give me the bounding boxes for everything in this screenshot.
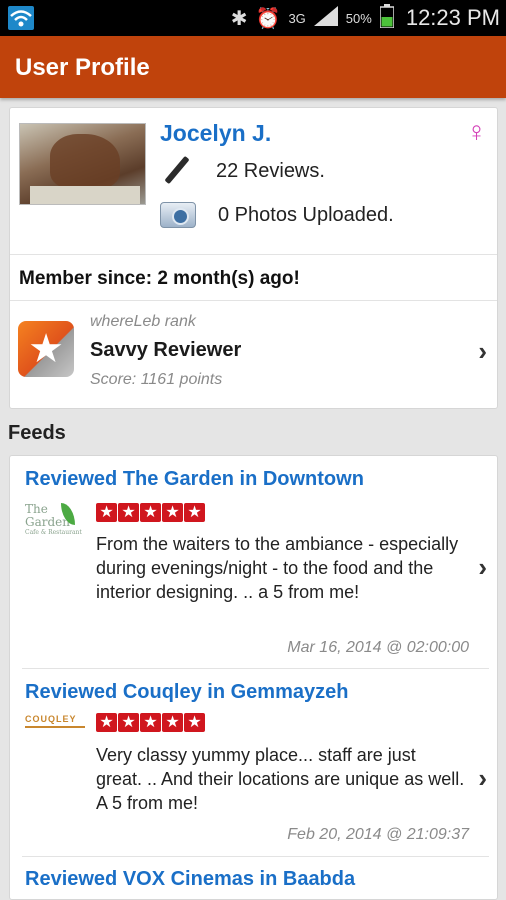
signal-icon [313, 5, 338, 31]
feed-item[interactable]: Reviewed Couqley in Gemmayzeh COUQLEY ★ ★… [10, 669, 497, 857]
review-date: Mar 16, 2014 @ 02:00:00 [287, 639, 469, 656]
feed-item-title[interactable]: Reviewed Couqley in Gemmayzeh [25, 681, 348, 704]
photos-row: 0 Photos Uploaded. [160, 202, 394, 228]
star-icon: ★ [118, 503, 139, 522]
avatar[interactable] [19, 123, 146, 205]
review-text: Very classy yummy place... staff are jus… [96, 745, 465, 813]
feed-item-title[interactable]: Reviewed The Garden in Downtown [25, 468, 364, 491]
review-date: Feb 20, 2014 @ 21:09:37 [287, 826, 469, 843]
network-type: 3G [288, 10, 306, 26]
chevron-right-icon[interactable]: › [478, 336, 487, 367]
rank-caption: whereLeb rank [90, 313, 196, 330]
rating-stars: ★ ★ ★ ★ ★ [96, 713, 205, 732]
action-bar: User Profile [0, 36, 506, 98]
divider [10, 254, 497, 255]
page-title: User Profile [15, 54, 150, 81]
feed-item[interactable]: Reviewed The Garden in Downtown The Gard… [10, 456, 497, 669]
star-icon: ★ [96, 713, 117, 732]
clock: 12:23 PM [405, 5, 500, 30]
rank-title: Savvy Reviewer [90, 339, 242, 361]
battery-percent: 50% [345, 10, 372, 26]
star-icon: ★ [140, 713, 161, 732]
star-icon: ★ [162, 713, 183, 732]
chevron-right-icon[interactable]: › [478, 763, 487, 794]
female-icon: ♀ [466, 116, 487, 147]
place-logo: COUQLEY [25, 714, 85, 728]
pencil-icon [160, 156, 196, 186]
feed-item-title[interactable]: Reviewed VOX Cinemas in Baabda [25, 868, 355, 891]
star-badge-icon: ★ [18, 321, 74, 377]
camera-icon [160, 202, 196, 228]
feeds-heading: Feeds [8, 422, 66, 444]
star-icon: ★ [184, 503, 205, 522]
rating-stars: ★ ★ ★ ★ ★ [96, 503, 205, 522]
profile-card: Jocelyn J. ♀ 22 Reviews. 0 Photos Upload… [9, 107, 498, 409]
chevron-right-icon[interactable]: › [478, 552, 487, 583]
rank-row[interactable] [10, 301, 497, 409]
reviews-count: 22 Reviews. [216, 159, 325, 182]
star-icon: ★ [118, 713, 139, 732]
star-icon: ★ [140, 503, 161, 522]
star-icon: ★ [96, 503, 117, 522]
bluetooth-icon: ✱ [230, 7, 248, 30]
review-text: From the waiters to the ambiance - espec… [96, 534, 459, 602]
rank-score: Score: 1161 points [90, 371, 223, 388]
member-since: Member since: 2 month(s) ago! [19, 268, 300, 289]
star-icon: ★ [184, 713, 205, 732]
status-bar: ✱ ⏰ 3G 50% 12:23 PM [0, 0, 506, 36]
feed-list: Reviewed The Garden in Downtown The Gard… [9, 455, 498, 900]
wifi-icon [8, 6, 34, 30]
alarm-icon: ⏰ [255, 7, 281, 30]
battery-icon [379, 3, 395, 33]
reviews-row: 22 Reviews. [160, 156, 325, 186]
user-name[interactable]: Jocelyn J. [160, 120, 271, 147]
photos-count: 0 Photos Uploaded. [218, 203, 394, 226]
place-logo: The Garden Cafe & Restaurant [25, 502, 82, 537]
feed-item[interactable]: Reviewed VOX Cinemas in Baabda [10, 857, 497, 899]
star-icon: ★ [162, 503, 183, 522]
